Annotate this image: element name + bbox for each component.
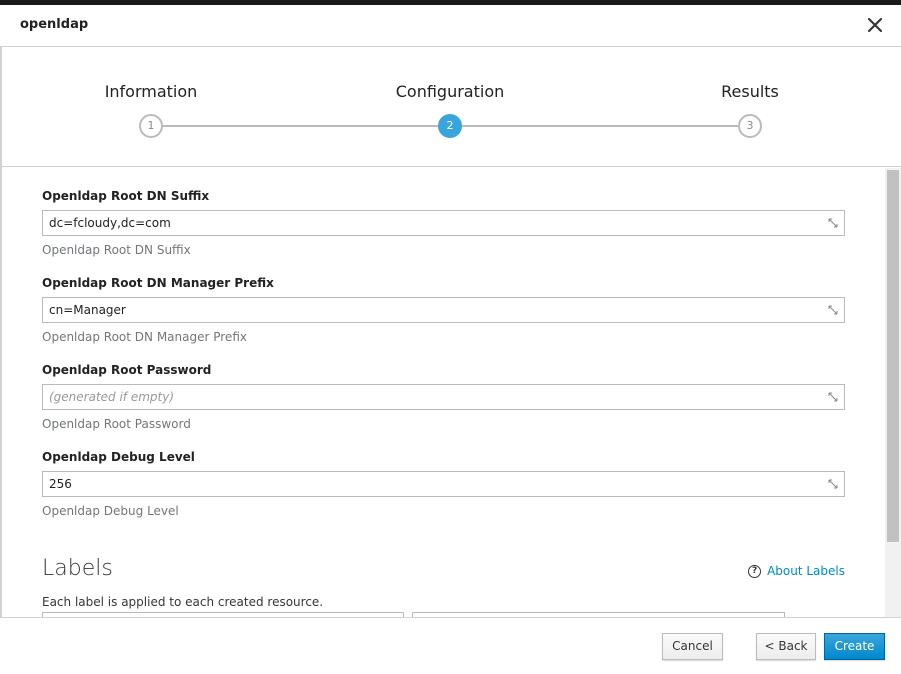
step-label-configuration[interactable]: Configuration — [396, 82, 505, 101]
create-button[interactable]: Create — [824, 633, 885, 660]
step-circle-information[interactable]: 1 — [139, 114, 163, 138]
step-label-results[interactable]: Results — [721, 82, 779, 101]
root-dn-manager-prefix-input[interactable]: cn=Manager — [42, 297, 845, 323]
root-password-input[interactable]: (generated if empty) — [42, 384, 845, 410]
root-dn-suffix-value: dc=fcloudy,dc=com — [49, 216, 171, 230]
step-connector-1 — [151, 125, 450, 127]
question-circle-icon: ? — [748, 565, 762, 578]
root-dn-manager-prefix-label: Openldap Root DN Manager Prefix — [42, 276, 274, 290]
step-circle-results[interactable]: 3 — [738, 114, 762, 138]
scrollbar-thumb[interactable] — [887, 170, 899, 542]
cancel-button[interactable]: Cancel — [662, 633, 723, 660]
root-password-label: Openldap Root Password — [42, 363, 212, 377]
modal-header: openldap — [0, 5, 901, 47]
resize-icon[interactable] — [827, 217, 839, 229]
scrollbar-track[interactable] — [885, 168, 901, 617]
resize-icon[interactable] — [827, 391, 839, 403]
root-dn-manager-prefix-value: cn=Manager — [49, 303, 126, 317]
debug-level-input[interactable]: 256 — [42, 471, 845, 497]
modal-title: openldap — [20, 17, 89, 32]
root-dn-manager-prefix-help: Openldap Root DN Manager Prefix — [42, 330, 247, 344]
root-password-help: Openldap Root Password — [42, 417, 191, 431]
modal-dialog: openldap Information 1 Configuration 2 R… — [0, 0, 901, 674]
modal-body: Openldap Root DN Suffix dc=fcloudy,dc=co… — [0, 168, 901, 617]
step-label-information[interactable]: Information — [105, 82, 198, 101]
resize-icon[interactable] — [827, 304, 839, 316]
about-labels-link[interactable]: ? About Labels — [748, 564, 845, 578]
root-dn-suffix-input[interactable]: dc=fcloudy,dc=com — [42, 210, 845, 236]
root-dn-suffix-label: Openldap Root DN Suffix — [42, 189, 210, 203]
root-dn-suffix-help: Openldap Root DN Suffix — [42, 243, 191, 257]
modal-footer: Cancel < Back Create — [0, 617, 901, 674]
debug-level-label: Openldap Debug Level — [42, 450, 195, 464]
wizard-steps: Information 1 Configuration 2 Results 3 — [0, 47, 901, 167]
resize-icon[interactable] — [827, 478, 839, 490]
step-connector-2 — [450, 125, 750, 127]
labels-heading: Labels — [42, 556, 113, 581]
debug-level-help: Openldap Debug Level — [42, 504, 179, 518]
close-icon[interactable] — [863, 13, 887, 37]
about-labels-text: About Labels — [767, 564, 845, 578]
step-circle-configuration[interactable]: 2 — [438, 114, 462, 138]
back-button[interactable]: < Back — [756, 633, 816, 660]
labels-help-text: Each label is applied to each created re… — [42, 595, 324, 609]
debug-level-value: 256 — [49, 477, 72, 491]
root-password-placeholder: (generated if empty) — [49, 390, 175, 404]
